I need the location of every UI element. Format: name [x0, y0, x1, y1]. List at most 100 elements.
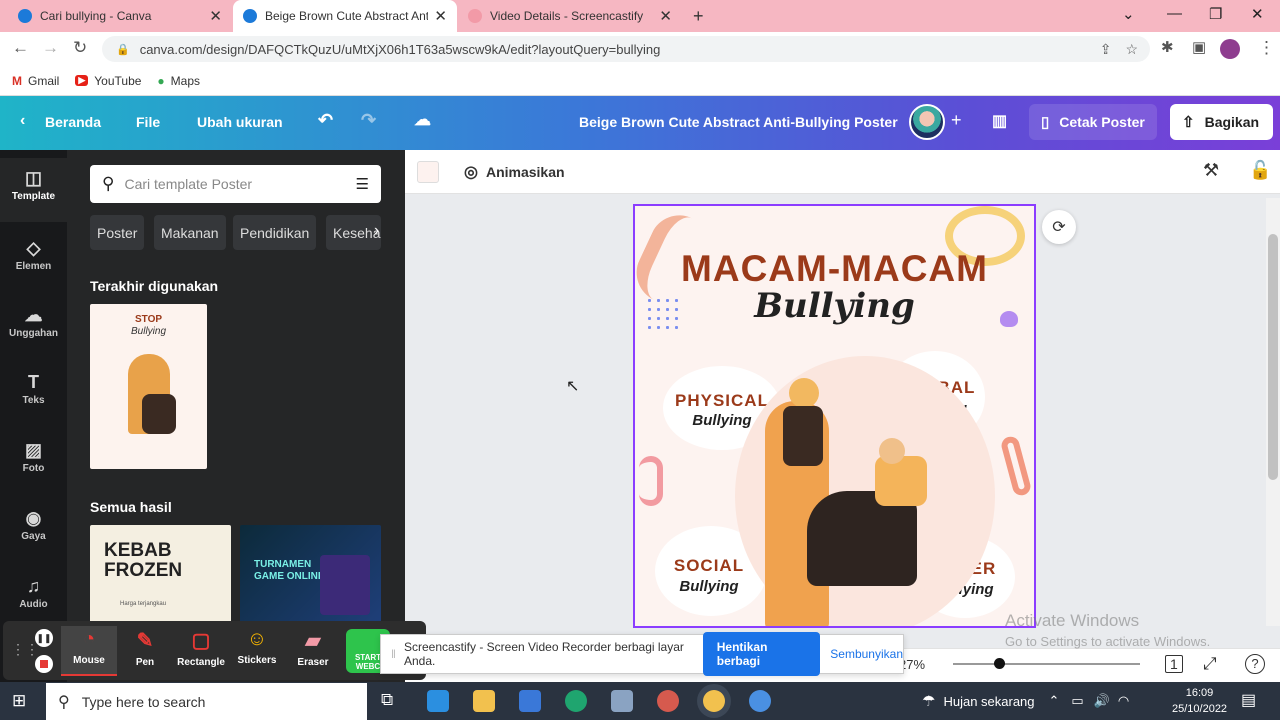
bookmark-youtube[interactable]: ▶ YouTube [75, 74, 141, 88]
task-view-icon[interactable]: ⧉ [381, 690, 393, 710]
regenerate-icon[interactable]: ⟳ [1042, 210, 1076, 244]
back-icon[interactable]: ← [12, 38, 29, 58]
label-social[interactable]: SOCIAL [657, 556, 761, 576]
back-chevron-icon[interactable]: ‹ [20, 112, 25, 130]
chrome-icon[interactable] [657, 690, 679, 712]
taskbar-clock[interactable]: 16:09 25/10/2022 [1172, 685, 1227, 717]
tool-mouse[interactable]: ◔ Mouse [61, 626, 117, 676]
side-panel-icon[interactable]: ▣ [1192, 38, 1206, 56]
resize-button[interactable]: Ubah ukuran [197, 114, 283, 130]
animate-button[interactable]: ◎ Animasikan [464, 162, 565, 182]
share-button[interactable]: ⇧ Bagikan [1170, 104, 1273, 140]
label-physical[interactable]: PHYSICAL [673, 391, 771, 411]
notifications-icon[interactable]: ▤ [1241, 690, 1256, 710]
pause-icon[interactable]: ❚❚ [35, 629, 53, 647]
tray-chevron-icon[interactable]: ⌃ [1049, 693, 1060, 709]
weather-rain-icon[interactable]: ☂ [922, 692, 935, 710]
scrollbar-thumb[interactable] [1268, 234, 1278, 480]
share-page-icon[interactable]: ⇪ [1100, 41, 1112, 58]
edge-browser-icon[interactable] [565, 690, 587, 712]
taskbar-search-input[interactable]: ⚲ Type here to search [46, 683, 367, 720]
cloud-saved-icon[interactable]: ☁ [414, 110, 431, 130]
tool-rectangle[interactable]: ▢ Rectangle [173, 626, 229, 676]
insights-chart-icon[interactable]: ▥ [992, 111, 1007, 131]
help-icon[interactable]: ? [1245, 654, 1265, 674]
drag-handle-icon[interactable]: ⋮⋮ [11, 641, 39, 658]
fullscreen-expand-icon[interactable]: ⤢ [1203, 654, 1217, 674]
background-color-swatch[interactable] [417, 161, 439, 183]
home-button[interactable]: Beranda [45, 114, 101, 130]
rail-teks[interactable]: T Teks [0, 366, 67, 422]
file-menu-button[interactable]: File [136, 114, 160, 130]
add-collaborator-icon[interactable]: + [951, 110, 962, 131]
tab-beige-brown-poster[interactable]: Beige Brown Cute Abstract Anti-B ✕ [233, 0, 457, 32]
page-count-indicator[interactable]: 1 [1165, 655, 1183, 673]
rail-template[interactable]: ◫ Template [0, 158, 67, 222]
settings-app-icon[interactable] [611, 690, 633, 712]
chip-kesehatan[interactable]: Keseha [326, 215, 381, 250]
filter-sliders-icon[interactable]: ☰ [356, 175, 369, 193]
bookmark-star-icon[interactable]: ☆ [1125, 41, 1138, 58]
chip-makanan[interactable]: Makanan [154, 215, 226, 250]
forward-icon[interactable]: → [42, 38, 59, 58]
rail-elemen[interactable]: ◇ Elemen [0, 232, 67, 288]
chips-next-chevron-icon[interactable]: › [374, 222, 379, 240]
bookmark-maps[interactable]: ● Maps [157, 74, 200, 88]
microsoft-store-icon[interactable] [519, 690, 541, 712]
address-bar[interactable]: 🔒 canva.com/design/DAFQCTkQuzU/uMtXjX06h… [102, 36, 1150, 62]
extensions-icon[interactable]: ✱ [1161, 38, 1174, 56]
battery-icon[interactable]: ▭ [1071, 693, 1083, 709]
mail-app-icon[interactable] [427, 690, 449, 712]
reload-icon[interactable]: ↻ [73, 38, 87, 58]
result-turnamen-game[interactable]: TURNAMEN GAME ONLINE [240, 525, 381, 625]
lock-icon[interactable]: 🔓 [1249, 160, 1271, 181]
profile-avatar[interactable] [1220, 39, 1240, 59]
tool-eraser[interactable]: ▰ Eraser [285, 626, 341, 676]
new-tab-icon[interactable]: + [693, 6, 704, 27]
tool-stickers[interactable]: ☺ Stickers [229, 626, 285, 676]
chip-poster[interactable]: Poster [90, 215, 145, 250]
close-tab-icon[interactable]: ✕ [209, 7, 222, 25]
rail-foto[interactable]: ▨ Foto [0, 434, 67, 490]
poster-title[interactable]: MACAM-MACAM [635, 248, 1034, 290]
zoom-slider-track[interactable] [953, 663, 1140, 665]
maximize-icon[interactable]: ❐ [1209, 5, 1222, 23]
rail-unggahan[interactable]: ☁ Unggahan [0, 299, 67, 355]
chrome-active-icon[interactable] [703, 690, 725, 712]
poster-canvas[interactable]: MACAM-MACAM Bullying PHYSICAL Bullying V… [633, 204, 1036, 628]
stop-sharing-button[interactable]: Hentikan berbagi [702, 632, 821, 676]
rail-audio[interactable]: ♫ Audio [0, 570, 67, 626]
chip-pendidikan[interactable]: Pendidikan [233, 215, 317, 250]
windows-start-icon[interactable]: ⊞ [12, 691, 26, 711]
wifi-icon[interactable]: ◠ [1118, 693, 1129, 709]
zoom-slider-knob[interactable] [994, 658, 1005, 669]
design-title[interactable]: Beige Brown Cute Abstract Anti-Bullying … [579, 114, 898, 130]
close-tab-icon[interactable]: ✕ [659, 7, 672, 25]
recent-template-thumbnail[interactable]: STOP Bullying [90, 304, 207, 469]
minimize-icon[interactable]: — [1167, 5, 1182, 22]
close-tab-icon[interactable]: ✕ [434, 7, 447, 25]
tool-pen[interactable]: ✎ Pen [117, 626, 173, 676]
label-social-bullying[interactable]: Bullying [657, 578, 761, 595]
stop-recording-icon[interactable] [35, 655, 53, 673]
template-search-input[interactable]: ⚲ Cari template Poster ☰ [90, 165, 381, 203]
tab-cari-bullying[interactable]: Cari bullying - Canva ✕ [8, 0, 232, 32]
rail-gaya[interactable]: ◉ Gaya [0, 502, 67, 558]
file-explorer-icon[interactable] [473, 690, 495, 712]
browser-menu-icon[interactable]: ⋮ [1258, 38, 1275, 58]
poster-subtitle[interactable]: Bullying [635, 286, 1034, 326]
bookmark-gmail[interactable]: M Gmail [12, 74, 59, 88]
result-kebab-frozen[interactable]: KEBAB FROZEN Harga terjangkau [90, 525, 231, 625]
volume-icon[interactable]: 🔊 [1094, 693, 1110, 709]
copy-style-paint-roller-icon[interactable]: ⚒ [1203, 160, 1219, 181]
tab-search-chevron-icon[interactable]: ⌄ [1122, 5, 1135, 23]
hide-notice-button[interactable]: Sembunyikan [830, 647, 903, 661]
weather-text[interactable]: Hujan sekarang [943, 694, 1034, 709]
close-window-icon[interactable]: ✕ [1251, 5, 1264, 23]
redo-icon[interactable]: ↷ [361, 110, 376, 131]
print-poster-button[interactable]: ▯ Cetak Poster [1029, 104, 1157, 140]
chrome-profile-icon[interactable] [749, 690, 771, 712]
undo-icon[interactable]: ↶ [318, 110, 333, 131]
tab-video-details[interactable]: Video Details - Screencastify ✕ [458, 0, 682, 32]
user-avatar[interactable] [909, 104, 945, 140]
